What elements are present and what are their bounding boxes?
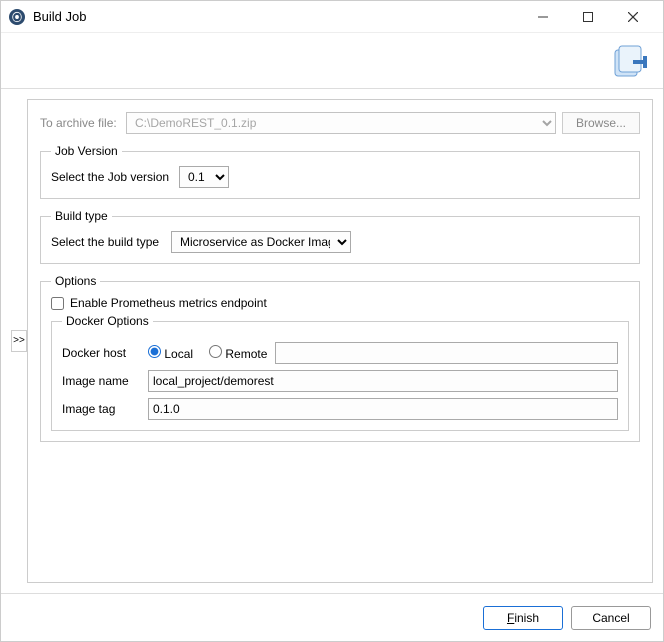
minimize-button[interactable]: [520, 2, 565, 32]
browse-button[interactable]: Browse...: [562, 112, 640, 134]
build-type-label: Select the build type: [51, 235, 163, 249]
job-version-label: Select the Job version: [51, 170, 171, 184]
docker-options-group: Docker Options Docker host Local Remote: [51, 314, 629, 431]
docker-host-remote-option[interactable]: Remote: [209, 345, 267, 361]
build-type-select[interactable]: Microservice as Docker Image: [171, 231, 351, 253]
close-icon: [628, 12, 638, 22]
job-version-group: Job Version Select the Job version 0.1: [40, 144, 640, 199]
app-icon: ⦿: [9, 9, 25, 25]
docker-host-local-radio[interactable]: [148, 345, 161, 358]
image-tag-label: Image tag: [62, 402, 140, 416]
dialog-window: ⦿ Build Job >> To archive file: C:\De: [0, 0, 664, 642]
finish-button[interactable]: Finish: [483, 606, 563, 630]
archive-file-combo[interactable]: C:\DemoREST_0.1.zip: [126, 112, 556, 134]
window-title: Build Job: [33, 9, 520, 24]
prometheus-checkbox[interactable]: [51, 297, 64, 310]
banner: [1, 33, 663, 89]
docker-host-radiogroup: Local Remote: [148, 345, 267, 361]
main-panel: To archive file: C:\DemoREST_0.1.zip Bro…: [27, 99, 653, 583]
minimize-icon: [538, 12, 548, 22]
cancel-button[interactable]: Cancel: [571, 606, 651, 630]
options-group: Options Enable Prometheus metrics endpoi…: [40, 274, 640, 442]
build-type-legend: Build type: [51, 209, 112, 223]
docker-host-input[interactable]: [275, 342, 618, 364]
archive-label: To archive file:: [40, 116, 120, 130]
prometheus-label[interactable]: Enable Prometheus metrics endpoint: [70, 296, 267, 310]
image-tag-input[interactable]: [148, 398, 618, 420]
docker-host-remote-radio[interactable]: [209, 345, 222, 358]
build-type-group: Build type Select the build type Microse…: [40, 209, 640, 264]
archive-row: To archive file: C:\DemoREST_0.1.zip Bro…: [40, 112, 640, 134]
job-version-select[interactable]: 0.1: [179, 166, 229, 188]
spacer: [40, 452, 640, 570]
image-name-input[interactable]: [148, 370, 618, 392]
job-version-legend: Job Version: [51, 144, 122, 158]
image-name-label: Image name: [62, 374, 140, 388]
close-button[interactable]: [610, 2, 655, 32]
options-legend: Options: [51, 274, 100, 288]
footer: Finish Cancel: [1, 593, 663, 641]
dialog-body: >> To archive file: C:\DemoREST_0.1.zip …: [1, 89, 663, 593]
docker-host-local-option[interactable]: Local: [148, 345, 193, 361]
wizard-icon: [609, 40, 651, 82]
docker-options-legend: Docker Options: [62, 314, 153, 328]
maximize-icon: [583, 12, 593, 22]
docker-host-label: Docker host: [62, 346, 140, 360]
expand-button[interactable]: >>: [11, 330, 27, 352]
titlebar: ⦿ Build Job: [1, 1, 663, 33]
expander-area: >>: [11, 99, 27, 583]
maximize-button[interactable]: [565, 2, 610, 32]
